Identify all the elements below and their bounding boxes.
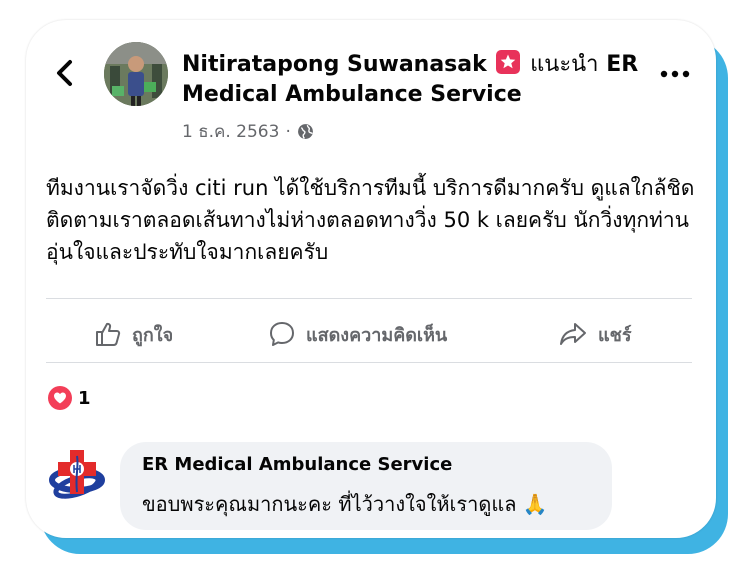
share-label: แชร์: [598, 324, 632, 346]
share-arrow-icon: [560, 323, 586, 345]
share-button[interactable]: แชร์: [558, 318, 632, 350]
thumbs-up-icon: [96, 322, 121, 346]
like-label: ถูกใจ: [132, 324, 174, 346]
divider-bottom: [46, 362, 692, 363]
reaction-summary[interactable]: 1: [48, 386, 91, 410]
post-body: ทีมงานเราจัดวิ่ง citi run ได้ใช้บริการที…: [46, 176, 695, 264]
comment-label: แสดงความคิดเห็น: [306, 324, 448, 346]
er-logo-avatar[interactable]: [48, 446, 106, 504]
comment-text: ขอบพระคุณมากนะคะ ที่ไว้วางใจให้เราดูแล 🙏: [142, 488, 547, 520]
comment-bubble: ER Medical Ambulance Service ขอบพระคุณมา…: [120, 442, 612, 530]
comment-author[interactable]: ER Medical Ambulance Service: [142, 454, 452, 475]
comment-button[interactable]: แสดงความคิดเห็น: [268, 318, 447, 350]
post-header: Nitiratapong Suwanasak แนะนำ ER Medical …: [182, 50, 652, 110]
back-arrow-icon[interactable]: [52, 58, 78, 88]
comment-bubble-icon: [270, 322, 294, 346]
recommends-badge-icon: [496, 50, 521, 74]
post-meta: 1 ธ.ค. 2563 ·: [182, 118, 314, 145]
more-options-icon[interactable]: [660, 70, 690, 78]
globe-icon: [297, 124, 313, 139]
meta-separator: ·: [285, 121, 291, 142]
reaction-count: 1: [78, 387, 91, 409]
comment-body: ขอบพระคุณมากนะคะ ที่ไว้วางใจให้เราดูแล: [142, 492, 517, 516]
heart-icon: [48, 386, 72, 410]
divider-top: [46, 298, 692, 299]
author-name[interactable]: Nitiratapong Suwanasak: [182, 52, 487, 77]
post-date[interactable]: 1 ธ.ค. 2563: [182, 118, 279, 145]
author-avatar[interactable]: [104, 42, 168, 106]
praying-hands-emoji: 🙏: [522, 492, 548, 516]
recommends-label: แนะนำ: [530, 52, 599, 77]
like-button[interactable]: ถูกใจ: [94, 318, 173, 350]
